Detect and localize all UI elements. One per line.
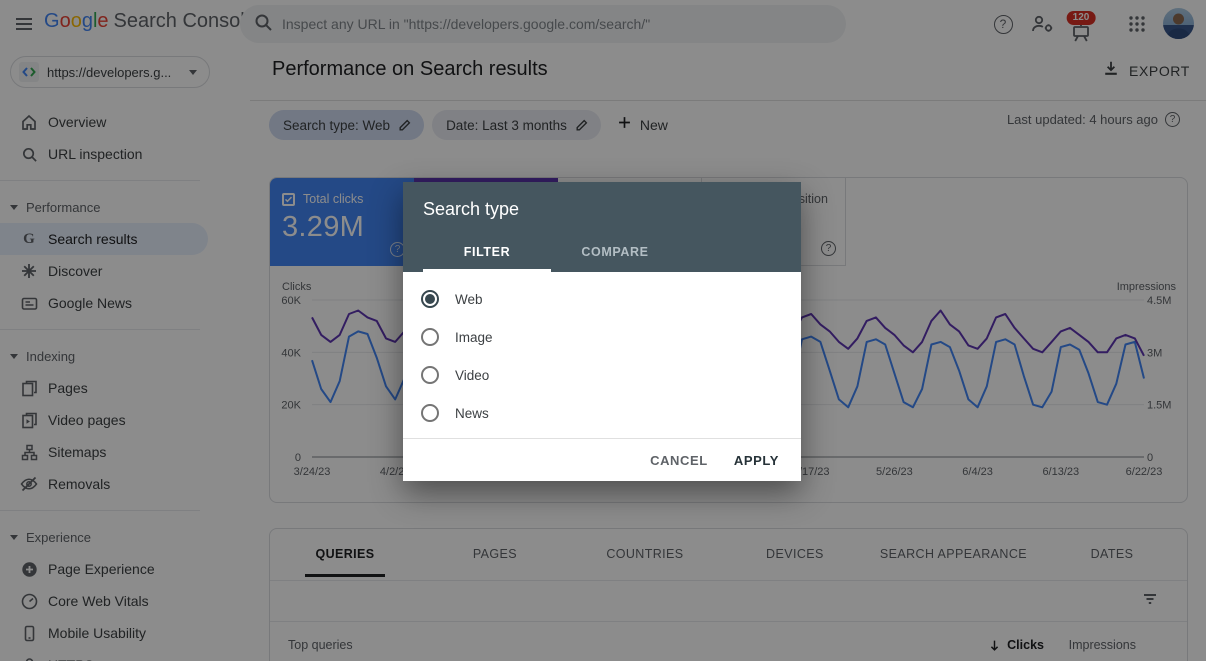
radio-icon [421, 366, 439, 384]
dialog-title: Search type [423, 199, 781, 220]
dialog-footer: CANCEL APPLY [403, 438, 801, 481]
radio-selected-icon [421, 290, 439, 308]
dialog-options: Web Image Video News [403, 272, 801, 432]
radio-icon [421, 328, 439, 346]
cancel-button[interactable]: CANCEL [650, 453, 708, 468]
option-web[interactable]: Web [403, 280, 801, 318]
option-video[interactable]: Video [403, 356, 801, 394]
option-news[interactable]: News [403, 394, 801, 432]
dialog-tab-compare[interactable]: COMPARE [551, 235, 679, 272]
search-type-dialog: Search type FILTER COMPARE Web Image Vid… [403, 182, 801, 481]
radio-icon [421, 404, 439, 422]
dialog-header: Search type FILTER COMPARE [403, 182, 801, 272]
search-console-app: GoogleSearch Console ? 120 [0, 0, 1206, 661]
apply-button[interactable]: APPLY [734, 453, 779, 468]
dialog-tabs: FILTER COMPARE [423, 235, 679, 272]
option-image[interactable]: Image [403, 318, 801, 356]
dialog-tab-filter[interactable]: FILTER [423, 235, 551, 272]
